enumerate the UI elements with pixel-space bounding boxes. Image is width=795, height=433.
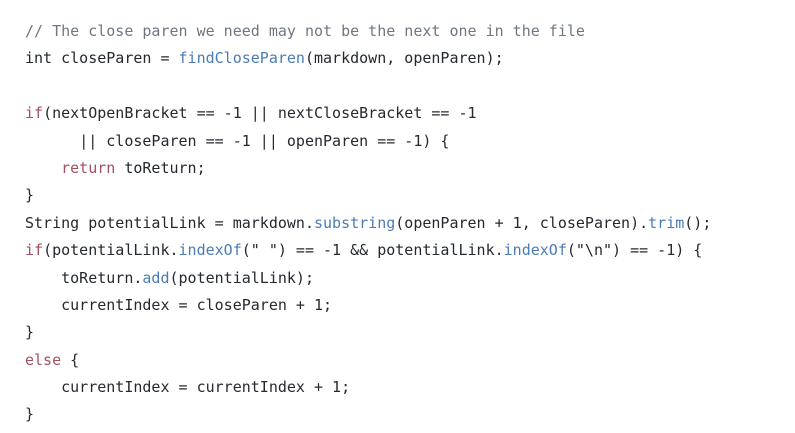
code-line-9: if(potentialLink.indexOf(" ") == -1 && p… — [25, 237, 711, 264]
code-block: // The close paren we need may not be th… — [0, 0, 795, 433]
code-line-1: // The close paren we need may not be th… — [25, 18, 711, 45]
code-token: currentIndex = currentIndex + 1; — [61, 378, 351, 397]
code-token: int — [25, 49, 53, 68]
code-line-13: else { — [25, 347, 711, 374]
code-token: ("\n") == -1) { — [566, 241, 703, 260]
code-line-10: toReturn.add(potentialLink); — [25, 265, 711, 292]
code-line-7: } — [25, 182, 711, 209]
code-keyword: if — [25, 241, 44, 260]
code-line-6: return toReturn; — [25, 155, 711, 182]
code-keyword: if — [25, 104, 44, 123]
code-token: currentIndex = closeParen + 1; — [61, 295, 333, 314]
code-function: indexOf — [178, 241, 242, 260]
code-token: (potentialLink. — [43, 241, 179, 260]
code-function: findCloseParen — [178, 49, 305, 68]
code-token: (nextOpenBracket == -1 || nextCloseBrack… — [43, 104, 477, 123]
code-token: (" ") == -1 && potentialLink. — [241, 241, 504, 260]
code-token: (markdown, openParen); — [304, 49, 504, 68]
code-line-4: if(nextOpenBracket == -1 || nextCloseBra… — [25, 100, 711, 127]
code-token: closeParen — [61, 49, 152, 68]
code-line-12: } — [25, 319, 711, 346]
code-token: || closeParen == -1 || openParen == -1) … — [79, 131, 450, 150]
code-comment: // The close paren we need may not be th… — [25, 22, 585, 40]
code-token: } — [25, 323, 35, 342]
code-line-2: int closeParen = findCloseParen(markdown… — [25, 45, 711, 72]
code-token: } — [25, 405, 35, 424]
code-line-15: } — [25, 401, 711, 428]
code-token: toReturn. — [61, 268, 143, 287]
code-token: = — [151, 49, 179, 68]
code-token: (potentialLink); — [169, 268, 315, 287]
code-function: substring — [313, 213, 396, 232]
code-function: indexOf — [503, 241, 567, 260]
code-function: add — [142, 268, 170, 287]
code-token: (openParen + 1, closeParen). — [395, 213, 649, 232]
code-listing: // The close paren we need may not be th… — [25, 18, 711, 429]
code-token: { — [61, 350, 80, 369]
code-line-14: currentIndex = currentIndex + 1; — [25, 374, 711, 401]
code-keyword: else — [25, 350, 62, 369]
code-token: String potentialLink = markdown. — [25, 213, 314, 232]
code-function: trim — [648, 213, 685, 232]
code-keyword: return — [61, 158, 116, 177]
code-line-8: String potentialLink = markdown.substrin… — [25, 210, 711, 237]
code-line-11: currentIndex = closeParen + 1; — [25, 292, 711, 319]
code-token: toReturn; — [115, 158, 206, 177]
code-token: (); — [684, 213, 712, 232]
code-line-5: || closeParen == -1 || openParen == -1) … — [25, 128, 711, 155]
code-token: } — [25, 186, 35, 205]
